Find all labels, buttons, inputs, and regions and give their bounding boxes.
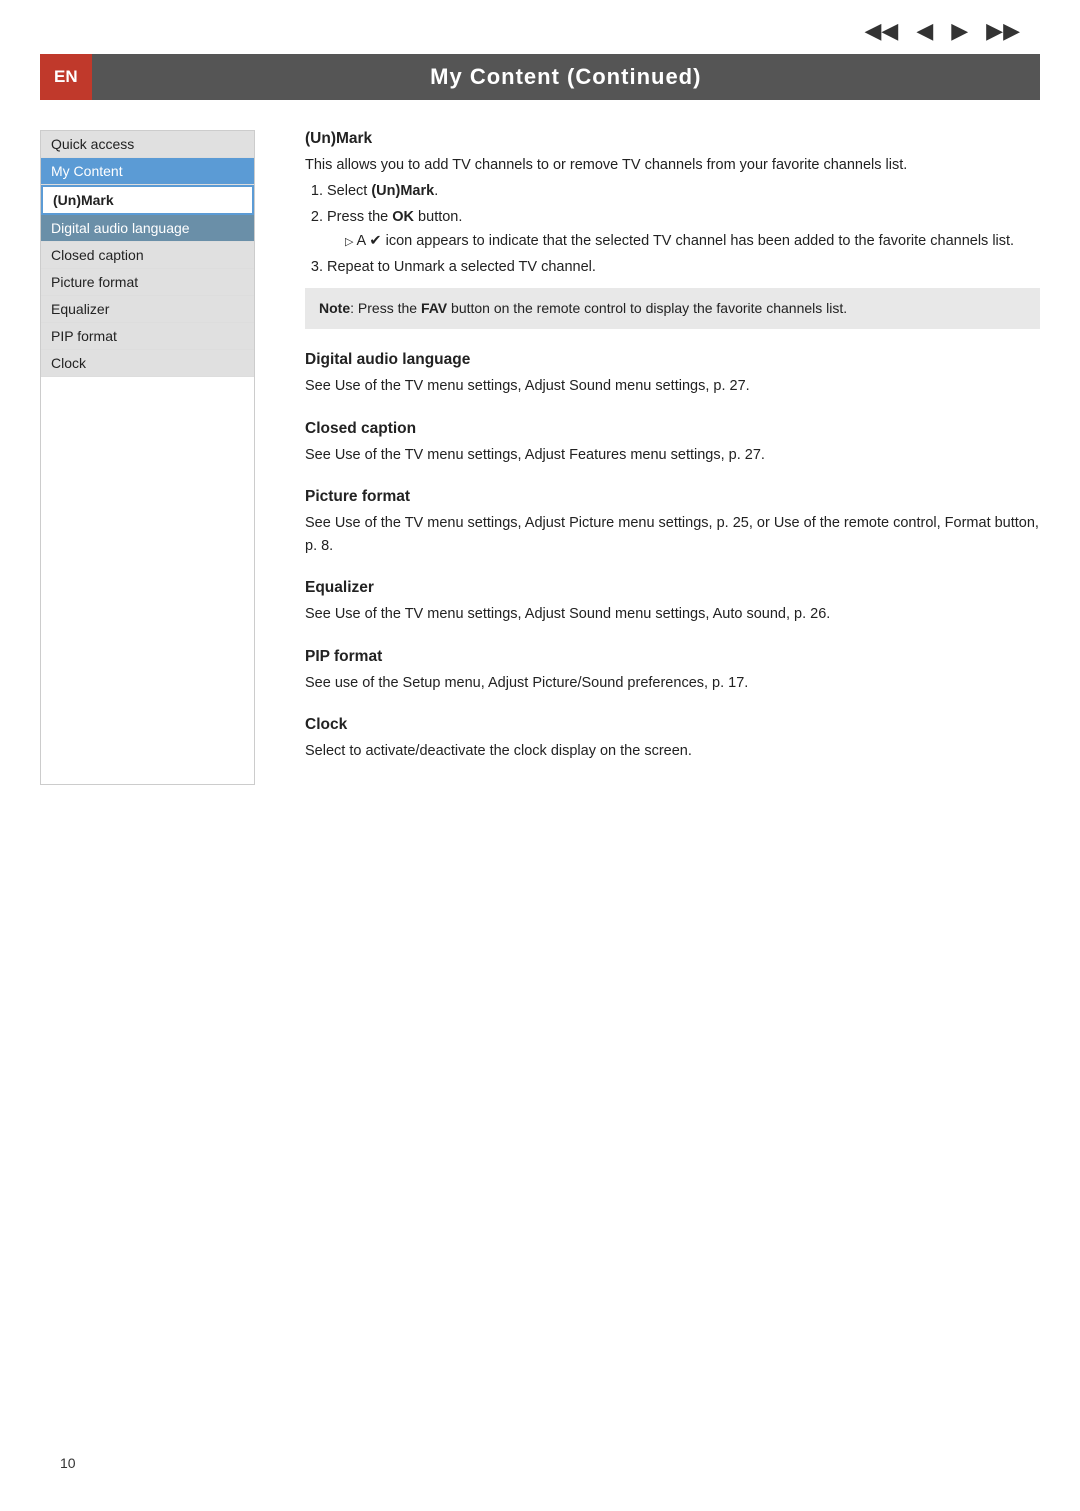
section-unmark-body: This allows you to add TV channels to or… — [305, 154, 1040, 176]
sidebar-menu: Quick access My Content (Un)Mark Digital… — [40, 130, 255, 785]
page-number: 10 — [60, 1455, 76, 1471]
step-3: Repeat to Unmark a selected TV channel. — [327, 256, 1040, 278]
header-bar: EN My Content (Continued) — [40, 54, 1040, 100]
page-title: My Content (Continued) — [92, 64, 1040, 90]
language-label: EN — [40, 54, 92, 100]
section-closed-caption-body: See Use of the TV menu settings, Adjust … — [305, 444, 1040, 466]
sidebar-item-quick-access[interactable]: Quick access — [41, 131, 254, 158]
section-picture-format-body: See Use of the TV menu settings, Adjust … — [305, 512, 1040, 557]
note-box: Note: Press the FAV button on the remote… — [305, 288, 1040, 329]
section-picture-format-title: Picture format — [305, 488, 1040, 506]
section-clock: Clock Select to activate/deactivate the … — [305, 716, 1040, 762]
section-digital-audio-body: See Use of the TV menu settings, Adjust … — [305, 375, 1040, 397]
section-pip-format-title: PIP format — [305, 648, 1040, 666]
sidebar-item-my-content[interactable]: My Content — [41, 158, 254, 185]
right-content: (Un)Mark This allows you to add TV chann… — [285, 130, 1040, 785]
sidebar-item-clock[interactable]: Clock — [41, 350, 254, 377]
section-equalizer: Equalizer See Use of the TV menu setting… — [305, 579, 1040, 625]
top-navigation: ◀◀ ◀ ▶ ▶▶ — [0, 0, 1080, 54]
section-equalizer-title: Equalizer — [305, 579, 1040, 597]
sidebar-item-pip-format[interactable]: PIP format — [41, 323, 254, 350]
section-unmark: (Un)Mark This allows you to add TV chann… — [305, 130, 1040, 329]
step-1: Select (Un)Mark. — [327, 180, 1040, 202]
sidebar-item-digital-audio[interactable]: Digital audio language — [41, 215, 254, 242]
section-closed-caption-title: Closed caption — [305, 420, 1040, 438]
sidebar-item-closed-caption[interactable]: Closed caption — [41, 242, 254, 269]
section-digital-audio: Digital audio language See Use of the TV… — [305, 351, 1040, 397]
section-pip-format: PIP format See use of the Setup menu, Ad… — [305, 648, 1040, 694]
section-clock-title: Clock — [305, 716, 1040, 734]
section-closed-caption: Closed caption See Use of the TV menu se… — [305, 420, 1040, 466]
rewind-icon[interactable]: ◀ — [916, 18, 933, 44]
section-picture-format: Picture format See Use of the TV menu se… — [305, 488, 1040, 557]
main-content: Quick access My Content (Un)Mark Digital… — [40, 130, 1040, 785]
section-clock-body: Select to activate/deactivate the clock … — [305, 740, 1040, 762]
section-pip-format-body: See use of the Setup menu, Adjust Pictur… — [305, 672, 1040, 694]
sidebar-item-picture-format[interactable]: Picture format — [41, 269, 254, 296]
section-equalizer-body: See Use of the TV menu settings, Adjust … — [305, 603, 1040, 625]
sidebar-item-unmark[interactable]: (Un)Mark — [41, 185, 254, 215]
sidebar-item-equalizer[interactable]: Equalizer — [41, 296, 254, 323]
section-digital-audio-title: Digital audio language — [305, 351, 1040, 369]
section-unmark-title: (Un)Mark — [305, 130, 1040, 148]
fast-forward-icon[interactable]: ▶ — [951, 18, 968, 44]
skip-forward-icon[interactable]: ▶▶ — [986, 18, 1020, 44]
step-2-sub: A ✔ icon appears to indicate that the se… — [345, 230, 1040, 252]
section-unmark-steps: Select (Un)Mark. Press the OK button. A … — [327, 180, 1040, 278]
step-2: Press the OK button. A ✔ icon appears to… — [327, 206, 1040, 253]
skip-back-icon[interactable]: ◀◀ — [864, 18, 898, 44]
